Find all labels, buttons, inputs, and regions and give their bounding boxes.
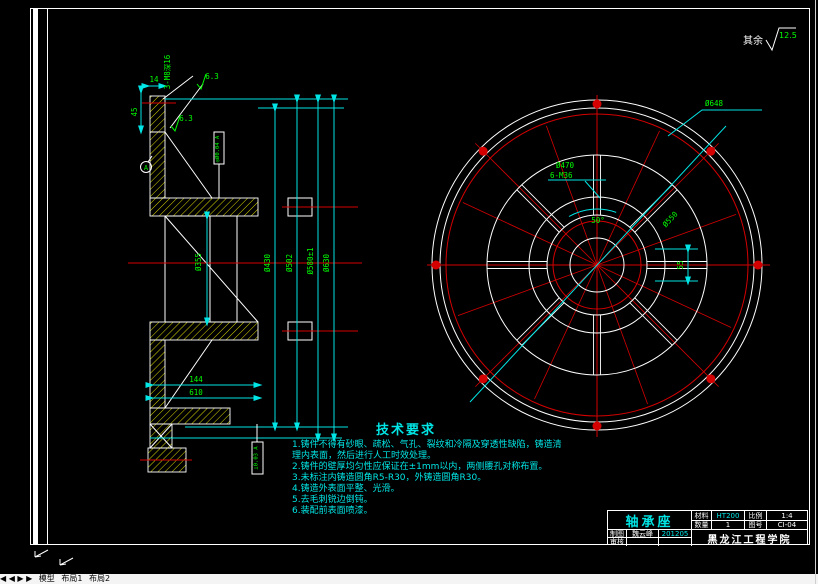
layout-tab-bar: ◀ ◀ ▶ ▶ 模型 布局1 布局2: [0, 574, 818, 584]
tech-line: 1.铸件不得有砂眼、疏松、气孔、裂纹和冷隔及穿透性缺陷，铸造清: [292, 440, 562, 450]
front-view-annotations: Ø648 Ø550 Ø470 6-M36 50° 55: [469, 99, 762, 403]
tab-layout2[interactable]: 布局2: [89, 574, 110, 583]
dim-d630-label: Ø630: [322, 253, 331, 272]
dim-thread-label: 3-M8深16: [163, 54, 172, 89]
tech-line: 理内表面，然后进行人工时效处理。: [292, 451, 437, 461]
fcf-2-label: ⊥0.03 A: [254, 446, 260, 470]
dim-bolt-circle-label: Ø550: [661, 209, 680, 229]
tech-requirements: 技术要求 1.铸件不得有砂眼、疏松、气孔、裂纹和冷隔及穿透性缺陷，铸造清 理内表…: [292, 419, 562, 517]
window-edge: [815, 0, 816, 584]
material-label: 材料: [692, 511, 712, 521]
datum-a-label: A: [144, 164, 149, 172]
surface-note-label: 其余: [743, 34, 763, 47]
section-dim-lines: [138, 83, 348, 443]
dim-45-label: 45: [130, 107, 139, 116]
dim-14-label: 14: [149, 75, 159, 84]
organization-name: 黑龙江工程学院: [707, 534, 792, 546]
dim-angle-label: 50°: [591, 216, 605, 225]
tech-line: 6.装配前表面喷漆。: [292, 506, 373, 516]
drafter-date: 201205: [659, 530, 692, 538]
dim-d502-label: Ø502: [285, 254, 294, 272]
dwgno-label: 图号: [745, 521, 767, 530]
dwgno-value: CI-04: [767, 521, 807, 530]
tech-line: 4.铸造外表面平整、光滑。: [292, 484, 400, 494]
dim-outer-dia-label: Ø648: [705, 99, 724, 108]
dim-d430-label: Ø430: [263, 253, 272, 272]
checker-name: [627, 538, 659, 546]
dim-d580-label: Ø580±1: [306, 247, 315, 274]
checker-label: 审核: [608, 538, 627, 546]
section-view: 14 45 3-M8深16 6.3 6.3 Ø355 Ø430 Ø502 Ø58…: [128, 54, 362, 475]
drafter-label: 制图: [608, 530, 627, 538]
tech-line: 2.铸件的壁厚均匀性应保证在±1mm以内，两侧腰孔对称布置。: [292, 462, 548, 472]
material-value: HT200: [712, 511, 745, 521]
tab-layout1[interactable]: 布局1: [61, 574, 82, 583]
qty-label: 数量: [692, 521, 712, 530]
front-view: [427, 95, 770, 437]
surface-note-value: 12.5: [779, 31, 797, 40]
scale-label: 比例: [745, 511, 767, 521]
scale-value: 1:4: [767, 511, 807, 521]
drafter-name: 魏云峰: [627, 530, 659, 538]
cad-window[interactable]: 其余 12.5 14 45 3-M8深16 6.3 6.3 Ø355 Ø430 …: [0, 0, 818, 584]
qty-value: 1: [712, 521, 745, 530]
plot-corner-arrows: [34, 549, 74, 566]
dim-small-dia-label: Ø470: [556, 161, 575, 170]
checker-date: [659, 538, 692, 546]
tech-line: 3.未标注内铸造圆角R5-R30，外铸造圆角R30。: [292, 473, 487, 483]
surface-roughness-note: 其余 12.5: [743, 27, 797, 52]
dim-rib-label: 55: [676, 260, 685, 269]
roughness-2-label: 6.3: [179, 114, 193, 123]
fcf-1-label: ◎Ø0.04 A: [214, 135, 221, 162]
tab-model[interactable]: 模型: [39, 574, 55, 583]
dim-144-label: 144: [189, 375, 203, 384]
tech-requirements-title: 技术要求: [375, 423, 436, 438]
tech-line: 5.去毛刺锐边倒钝。: [292, 495, 373, 505]
roughness-1-label: 6.3: [205, 72, 219, 81]
part-name: 轴承座: [608, 511, 692, 530]
dim-thread-m36-label: 6-M36: [550, 171, 573, 180]
dim-bore-label: Ø355: [194, 253, 203, 271]
tab-nav-arrows[interactable]: ◀ ◀ ▶ ▶: [0, 574, 32, 583]
dim-610-label: 610: [189, 388, 203, 397]
title-block: 轴承座 材料 HT200 比例 1:4 数量 1 图号 CI-04 制图 魏云峰…: [607, 510, 808, 546]
